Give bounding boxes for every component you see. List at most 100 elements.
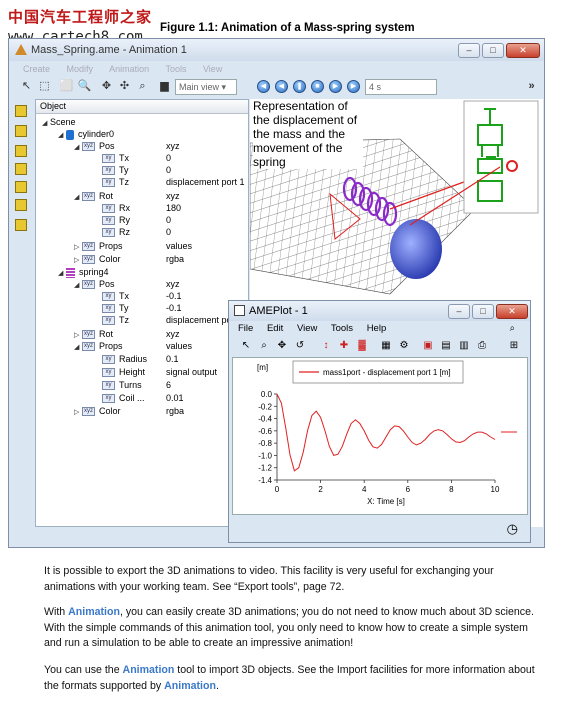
pin-icon[interactable]: ⌕	[510, 323, 515, 334]
tree-node-cylinder[interactable]: ◢ cylinder0	[58, 128, 114, 140]
minimize-button[interactable]: –	[458, 43, 480, 58]
tree-row[interactable]: xy Turns	[102, 379, 142, 391]
print-icon[interactable]: ⎙	[475, 339, 489, 353]
select-arrow-icon[interactable]: ↖	[239, 339, 253, 353]
tree-row[interactable]: xy Tz	[102, 314, 129, 326]
plot-menu-tools[interactable]: Tools	[331, 323, 353, 334]
film-icon[interactable]: ▆	[157, 79, 172, 94]
tree-row[interactable]: ◢ xyz Pos	[74, 278, 115, 290]
cube-icon[interactable]	[15, 163, 27, 175]
spring-icon	[66, 267, 75, 278]
cube-icon[interactable]	[15, 181, 27, 193]
menu-view[interactable]: View	[203, 64, 222, 74]
maximize-button[interactable]: □	[482, 43, 504, 58]
marker-icon[interactable]: ↕	[319, 339, 333, 353]
plot-menu-view[interactable]: View	[297, 323, 317, 334]
tree-row[interactable]: ◢ xyz Props	[74, 340, 123, 352]
zoom-out-icon[interactable]: ↺	[293, 339, 307, 353]
fit-view-icon[interactable]: ⬜	[59, 79, 74, 94]
pause-button[interactable]: ❚	[293, 80, 306, 93]
cube-icon[interactable]	[15, 125, 27, 137]
param-icon: xy	[102, 381, 115, 391]
tree-row[interactable]: xy Ry	[102, 214, 130, 226]
pan-icon[interactable]: ✥	[275, 339, 289, 353]
menu-modify[interactable]: Modify	[67, 64, 94, 74]
plot-close-button[interactable]: ✕	[496, 304, 528, 319]
select-region-icon[interactable]: ⬚	[37, 79, 52, 94]
settings-icon[interactable]: ⚙	[397, 339, 411, 353]
mass-cylinder	[390, 219, 442, 279]
tree-value: signal output	[166, 367, 218, 377]
tree-node-scene[interactable]: ◢ Scene	[42, 116, 76, 128]
clock-icon[interactable]: ◷	[507, 521, 518, 537]
plot-window-icon	[234, 305, 245, 316]
tree-row[interactable]: xy Rx	[102, 202, 130, 214]
tree-row[interactable]: xy Ty	[102, 164, 129, 176]
toolbar-overflow-icon[interactable]: »	[524, 79, 539, 94]
tree-row[interactable]: ▷ xyz Color	[74, 253, 121, 265]
tree-value: xyz	[166, 191, 180, 201]
menu-create[interactable]: Create	[23, 64, 50, 74]
tree-row[interactable]: ◢ xyz Pos	[74, 140, 115, 152]
crosshair-icon[interactable]: ✚	[337, 339, 351, 353]
plot-area[interactable]: [m] mass1port - displacement port 1 [m] …	[232, 357, 528, 515]
plot-menu-edit[interactable]: Edit	[267, 323, 283, 334]
param-icon: xy	[102, 394, 115, 404]
plot-menu-file[interactable]: File	[238, 323, 253, 334]
tree-row[interactable]: xy Radius	[102, 353, 147, 365]
tree-row[interactable]: ▷ xyz Rot	[74, 328, 113, 340]
rewind-button[interactable]: ◀	[257, 80, 270, 93]
view-select[interactable]: Main view ▾	[175, 79, 237, 95]
xyz-icon: xyz	[82, 242, 95, 252]
select-arrow-icon[interactable]: ↖	[19, 79, 34, 94]
stop-button[interactable]: ■	[311, 80, 324, 93]
plot-maximize-button[interactable]: □	[472, 304, 494, 319]
x-tick-label: 4	[362, 485, 367, 494]
plot-options-icon[interactable]: ⊞	[507, 339, 521, 353]
fast-forward-button[interactable]: ▶	[347, 80, 360, 93]
tree-row[interactable]: xy Rz	[102, 226, 130, 238]
animation-link[interactable]: Animation	[68, 606, 120, 618]
tree-row[interactable]: ◢ xyz Rot	[74, 190, 113, 202]
tree-value: 0	[166, 165, 172, 175]
step-back-button[interactable]: ◀	[275, 80, 288, 93]
export-icon[interactable]: ▥	[457, 339, 471, 353]
cube-icon[interactable]	[15, 219, 27, 231]
zoom-icon[interactable]: 🔍	[77, 79, 92, 94]
cube-icon[interactable]	[15, 105, 27, 117]
rotate-icon[interactable]: ✥	[99, 79, 114, 94]
animation-link[interactable]: Animation	[123, 664, 175, 676]
plot-minimize-button[interactable]: –	[448, 304, 470, 319]
tree-row[interactable]: xy Tx	[102, 152, 129, 164]
tree-row[interactable]: xy Tz	[102, 176, 129, 188]
tree-row[interactable]: xy Ty	[102, 302, 129, 314]
tree-row[interactable]: xy Height	[102, 366, 145, 378]
tree-row[interactable]: xy Coil ...	[102, 392, 145, 404]
cube-icon[interactable]	[15, 145, 27, 157]
zoom-region-icon[interactable]: ⌕	[135, 79, 150, 94]
tree-row[interactable]: xy Tx	[102, 290, 129, 302]
zoom-icon[interactable]: ⌕	[257, 339, 271, 353]
param-icon: xy	[102, 355, 115, 365]
copy-icon[interactable]: ▤	[439, 339, 453, 353]
menu-tools[interactable]: Tools	[165, 64, 186, 74]
time-field[interactable]: 4 s	[365, 79, 437, 95]
plot-menu-help[interactable]: Help	[367, 323, 387, 334]
tree-row[interactable]: ▷ xyz Props	[74, 240, 123, 252]
close-button[interactable]: ✕	[506, 43, 540, 58]
tree-value: rgba	[166, 406, 185, 416]
pan-icon[interactable]: ✣	[117, 79, 132, 94]
animation-link[interactable]: Animation	[164, 680, 216, 692]
menu-animation[interactable]: Animation	[109, 64, 149, 74]
annotation-caption: Representation of the displacement of th…	[253, 99, 363, 169]
cube-icon[interactable]	[15, 199, 27, 211]
paragraph-export: It is possible to export the 3D animatio…	[44, 565, 494, 593]
tree-node-spring[interactable]: ◢ spring4	[58, 266, 109, 278]
chart-icon[interactable]: ▣	[421, 339, 435, 353]
bars-icon[interactable]: ▓	[355, 339, 369, 353]
window-title: Mass_Spring.ame - Animation 1	[31, 44, 187, 56]
step-forward-button[interactable]: ▶	[329, 80, 342, 93]
tree-row[interactable]: ▷ xyz Color	[74, 405, 121, 417]
table-icon[interactable]: ▦	[379, 339, 393, 353]
x-axis-label: X: Time [s]	[367, 497, 405, 506]
